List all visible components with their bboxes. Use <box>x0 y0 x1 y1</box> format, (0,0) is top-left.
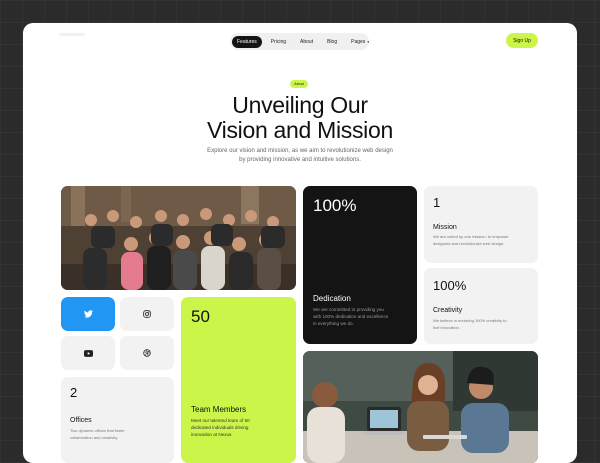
instagram-button[interactable] <box>120 297 174 331</box>
subtitle-line-2: by providing innovative and intuitive so… <box>239 157 361 163</box>
dedication-value: 100% <box>313 196 357 215</box>
desc-line: Two dynamic offices that foster <box>70 428 125 433</box>
top-nav: Features Pricing About Blog Pages ▾ <box>230 33 369 50</box>
team-members-card: 50 Team Members Meet our talented team o… <box>181 297 296 463</box>
signup-button[interactable]: Sign Up <box>506 33 538 48</box>
title-line-1: Unveiling Our <box>232 92 368 118</box>
dedication-desc: We are committed to providing you with 1… <box>313 306 388 327</box>
desc-line: We are committed to providing you <box>313 307 384 312</box>
page-title: Unveiling Our Vision and Mission <box>23 93 577 143</box>
offices-desc: Two dynamic offices that foster collabor… <box>70 428 125 441</box>
dribbble-icon <box>143 349 151 357</box>
page-frame: Features Pricing About Blog Pages ▾ Sign … <box>23 23 577 463</box>
office-photo <box>303 351 538 463</box>
offices-value: 2 <box>70 385 78 400</box>
dribbble-button[interactable] <box>120 336 174 370</box>
twitter-icon <box>83 310 93 318</box>
desc-line: Meet our talented team of 50 <box>191 418 250 423</box>
dedication-card: 100% Dedication We are committed to prov… <box>303 186 417 344</box>
team-members-title: Team Members <box>191 405 247 414</box>
subtitle-line-1: Explore our vision and mission, as we ai… <box>207 148 393 154</box>
page-subtitle: Explore our vision and mission, as we ai… <box>23 147 577 165</box>
team-photo-image <box>61 186 296 290</box>
nav-item-blog[interactable]: Blog <box>322 36 342 48</box>
youtube-icon <box>83 349 93 357</box>
desc-line: We believe in nurturing 100% creativity … <box>433 318 507 323</box>
desc-line: fuel innovation. <box>433 324 460 330</box>
mission-desc: We are united by one mission: to empower… <box>433 234 509 247</box>
about-badge: About <box>290 80 308 88</box>
mission-value: 1 <box>433 195 441 210</box>
dedication-title: Dedication <box>313 294 351 303</box>
logo[interactable] <box>59 33 85 36</box>
youtube-button[interactable] <box>61 336 115 370</box>
team-photo <box>61 186 296 290</box>
offices-title: Offices <box>70 417 92 424</box>
nav-item-pages-label: Pages <box>351 38 366 45</box>
creativity-desc: We believe in nurturing 100% creativity … <box>433 318 507 331</box>
mission-title: Mission <box>433 224 457 231</box>
office-photo-image <box>303 351 538 463</box>
mission-card: 1 Mission We are united by one mission: … <box>424 186 538 263</box>
nav-item-pages[interactable]: Pages ▾ <box>346 36 374 48</box>
offices-card: 2 Offices Two dynamic offices that foste… <box>61 377 174 463</box>
chevron-down-icon: ▾ <box>367 39 370 44</box>
desc-line: with 100% dedication and excellence <box>313 314 389 319</box>
desc-line: We are united by one mission: to empower <box>433 234 509 239</box>
desc-line: collaboration and creativity. <box>70 434 119 440</box>
nav-item-about[interactable]: About <box>295 36 318 48</box>
team-members-desc: Meet our talented team of 50 dedicated i… <box>191 417 250 438</box>
desc-line: designers and revolutionize web design. <box>433 240 505 246</box>
instagram-icon <box>143 310 151 318</box>
creativity-title: Creativity <box>433 307 463 314</box>
creativity-value: 100% <box>433 278 467 293</box>
nav-item-features[interactable]: Features <box>232 35 262 48</box>
creativity-card: 100% Creativity We believe in nurturing … <box>424 268 538 344</box>
title-line-2: Vision and Mission <box>207 117 393 143</box>
desc-line: in everything we do. <box>313 321 354 326</box>
desc-line: innovation at Nexus. <box>191 432 233 437</box>
twitter-button[interactable] <box>61 297 115 331</box>
team-members-value: 50 <box>191 307 210 326</box>
desc-line: dedicated individuals driving <box>191 425 249 430</box>
nav-item-pricing[interactable]: Pricing <box>266 36 291 48</box>
